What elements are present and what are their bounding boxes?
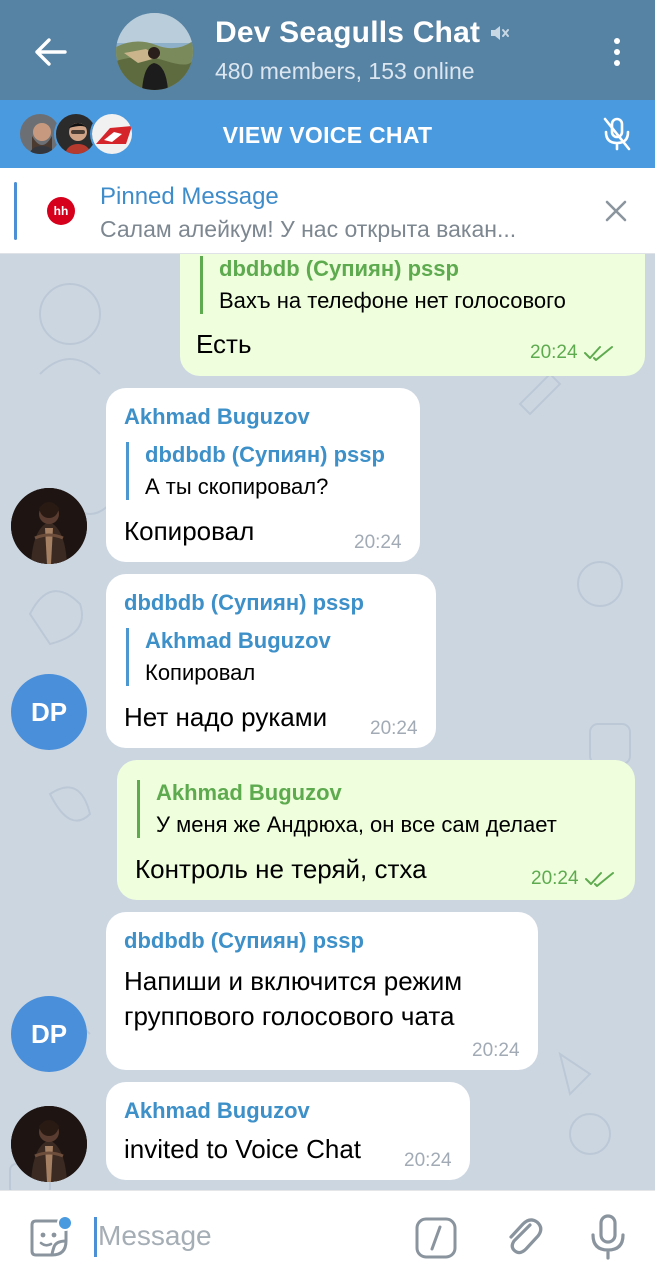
chat-title-text: Dev Seagulls Chat [215, 16, 481, 49]
chat-avatar[interactable] [116, 13, 193, 90]
reply-sender: dbdbdb (Супиян) pssp [145, 442, 385, 467]
user-avatar-initials[interactable]: DP [11, 996, 87, 1072]
close-icon [605, 200, 627, 222]
record-voice-button[interactable] [588, 1213, 628, 1261]
message-list[interactable]: dbdbdb (Супиян) pssp Вахъ на телефоне не… [0, 254, 655, 1190]
chat-header: Dev Seagulls Chat 480 members, 153 onlin… [0, 0, 655, 100]
reply-preview[interactable]: Akhmad Buguzov У меня же Андрюха, он все… [137, 780, 622, 838]
user-avatar[interactable] [11, 488, 87, 564]
message-bubble[interactable]: Akhmad Buguzov У меня же Андрюха, он все… [117, 760, 635, 900]
composer-bar [0, 1190, 655, 1280]
more-menu-button[interactable] [607, 34, 627, 70]
participant-avatar [90, 112, 134, 156]
message-text-line: группового голосового чата [124, 1001, 455, 1031]
message-text: Копировал [124, 516, 255, 546]
reply-text: У меня же Андрюха, он все сам делает [156, 812, 557, 837]
mic-muted-button[interactable] [597, 114, 637, 154]
pinned-title: Pinned Message [100, 183, 279, 210]
message-sender[interactable]: dbdbdb (Супиян) pssp [124, 590, 364, 616]
message-bubble[interactable]: dbdbdb (Супиян) pssp Напиши и включится … [106, 912, 538, 1070]
reply-sender: Akhmad Buguzov [145, 628, 331, 653]
reply-sender: dbdbdb (Супиян) pssp [219, 256, 459, 281]
message-time: 20:24 [370, 718, 418, 739]
time-label: 20:24 [531, 868, 579, 889]
double-check-icon [583, 346, 613, 361]
text-cursor [94, 1217, 97, 1257]
message-time: 20:24 [531, 868, 615, 890]
message-time: 20:24 [472, 1040, 520, 1061]
pinned-indicator-line [14, 182, 17, 240]
message-text: Нет надо руками [124, 702, 328, 732]
reply-text: А ты скопировал? [145, 474, 329, 499]
paperclip-icon [509, 1218, 543, 1255]
message-time: 20:24 [530, 342, 614, 364]
sticker-icon [30, 1215, 73, 1257]
message-time: 20:24 [404, 1150, 452, 1171]
reply-preview[interactable]: Akhmad Buguzov Копировал [126, 628, 416, 686]
message-time: 20:24 [354, 532, 402, 553]
reply-text: Вахъ на телефоне нет голосового [219, 288, 566, 313]
message-text: invited to Voice Chat [124, 1134, 362, 1164]
voice-chat-bar[interactable]: VIEW VOICE CHAT [0, 100, 655, 168]
bot-commands-button[interactable] [414, 1216, 458, 1260]
reply-preview[interactable]: dbdbdb (Супиян) pssp Вахъ на телефоне не… [200, 256, 630, 314]
reply-text: Копировал [145, 660, 256, 685]
chat-subtitle: 480 members, 153 online [215, 58, 475, 84]
user-avatar[interactable] [11, 1106, 87, 1182]
double-check-icon [584, 872, 614, 887]
slash-command-icon [415, 1217, 457, 1259]
microphone-icon [591, 1214, 625, 1260]
message-sender[interactable]: Akhmad Buguzov [124, 1098, 310, 1124]
back-button[interactable] [30, 32, 70, 72]
muted-icon [491, 26, 510, 40]
attach-button[interactable] [500, 1213, 546, 1259]
hh-logo-icon: hh [47, 197, 75, 225]
message-text-line: Напиши и включится режим [124, 966, 463, 996]
message-bubble[interactable]: Akhmad Buguzov invited to Voice Chat 20:… [106, 1082, 470, 1180]
message-bubble[interactable]: dbdbdb (Супиян) pssp Вахъ на телефоне не… [180, 254, 645, 376]
message-sender[interactable]: Akhmad Buguzov [124, 404, 310, 430]
message-input[interactable] [98, 1211, 398, 1261]
reply-preview[interactable]: dbdbdb (Супиян) pssp А ты скопировал? [126, 442, 406, 500]
back-arrow-icon [35, 38, 67, 66]
message-text: Есть [196, 329, 252, 359]
dot-icon [614, 38, 620, 44]
message-text: Контроль не теряй, стха [135, 854, 427, 884]
dot-icon [614, 49, 620, 55]
message-bubble[interactable]: Akhmad Buguzov dbdbdb (Супиян) pssp А ты… [106, 388, 420, 562]
chat-title[interactable]: Dev Seagulls Chat [215, 16, 510, 50]
pinned-text: Салам алейкум! У нас открыта вакан... [100, 216, 517, 242]
close-pinned-button[interactable] [599, 194, 633, 228]
message-bubble[interactable]: dbdbdb (Супиян) pssp Akhmad Buguzov Копи… [106, 574, 436, 748]
user-avatar-initials[interactable]: DP [11, 674, 87, 750]
sticker-emoji-button[interactable] [26, 1215, 74, 1263]
pinned-message-bar[interactable]: hh Pinned Message Салам алейкум! У нас о… [0, 168, 655, 254]
message-sender[interactable]: dbdbdb (Супиян) pssp [124, 928, 364, 954]
reply-sender: Akhmad Buguzov [156, 780, 342, 805]
dot-icon [614, 60, 620, 66]
mic-off-icon [603, 117, 631, 151]
time-label: 20:24 [530, 342, 578, 363]
